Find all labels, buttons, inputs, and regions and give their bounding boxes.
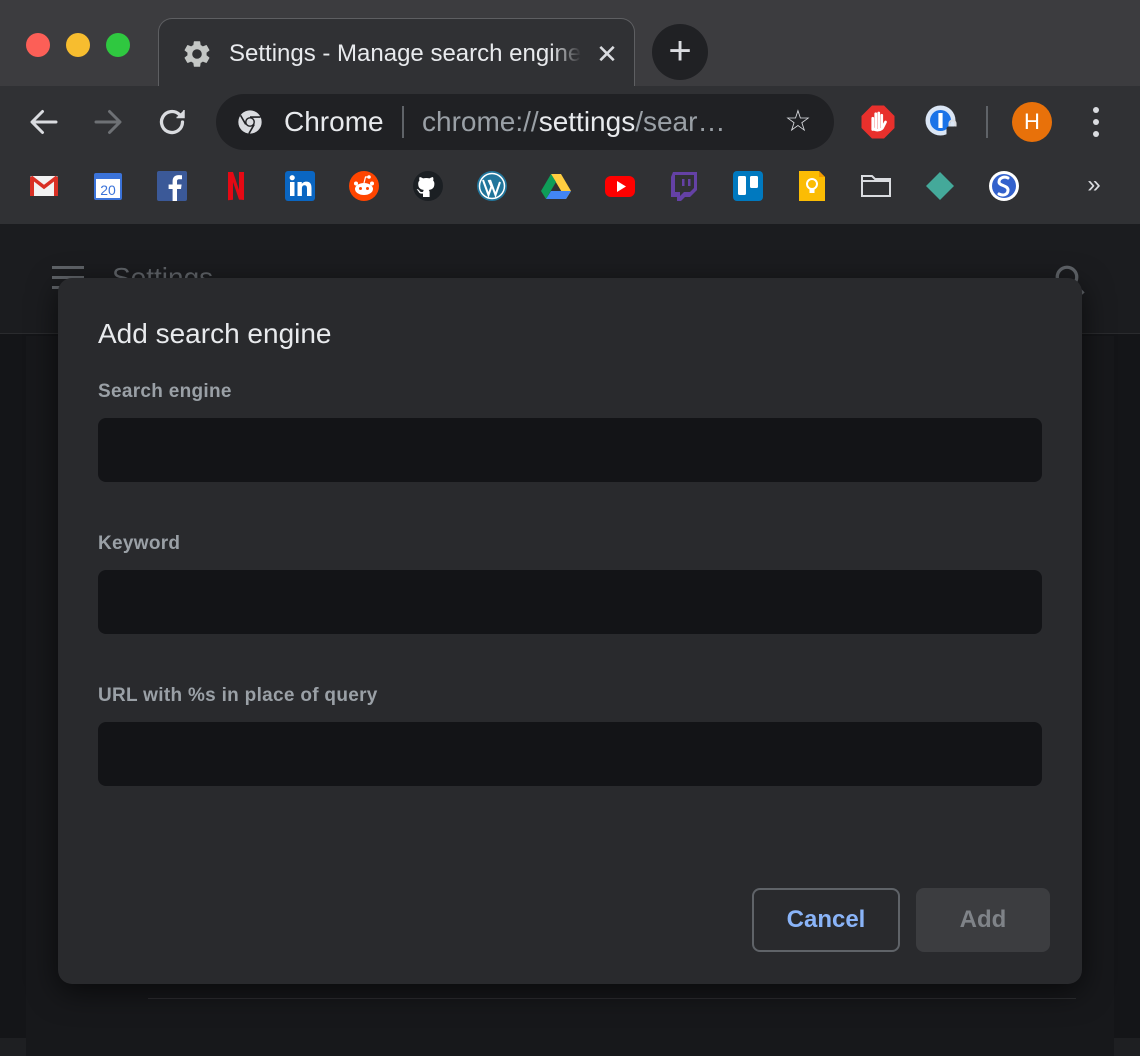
facebook-icon[interactable] [156,170,188,202]
google-drive-icon[interactable] [540,170,572,202]
tab-title: Settings - Manage search engines [229,38,581,70]
close-window-button[interactable] [26,33,50,57]
dialog-title: Add search engine [98,318,332,349]
site-label: Chrome [284,106,384,137]
minimize-window-button[interactable] [66,33,90,57]
gear-icon [184,41,210,67]
twitch-icon[interactable] [668,170,700,202]
linkedin-icon[interactable] [284,170,316,202]
search-engine-label: Search engine [98,381,232,402]
tab-settings[interactable]: Settings - Manage search engines ✕ [158,18,635,88]
keyword-label: Keyword [98,533,181,554]
folder-icon[interactable] [860,170,892,202]
netflix-icon[interactable] [220,170,252,202]
onepassword-extension-icon[interactable] [924,104,960,140]
back-arrow-icon[interactable] [26,104,62,140]
gmail-icon[interactable] [28,170,60,202]
adblock-extension-icon[interactable] [860,104,896,140]
new-tab-button[interactable]: + [652,24,708,80]
add-button[interactable]: Add [916,888,1050,952]
google-keep-icon[interactable] [796,170,828,202]
chrome-icon [238,110,262,134]
simplenote-icon[interactable] [988,170,1020,202]
search-engine-input[interactable] [98,418,1042,482]
calendar-day: 20 [100,182,116,198]
url-text[interactable]: chrome://settings/sear… [422,106,752,140]
url-host: settings [538,106,636,137]
omnibox-divider [402,106,404,138]
reload-icon[interactable] [154,104,190,140]
google-calendar-icon[interactable]: 20 [92,170,124,202]
url-label: URL with %s in place of query [98,685,378,706]
youtube-icon[interactable] [604,170,636,202]
cancel-button[interactable]: Cancel [752,888,900,952]
trello-icon[interactable] [732,170,764,202]
keyword-input[interactable] [98,570,1042,634]
bookmark-star-icon[interactable]: ☆ [782,106,814,138]
add-search-engine-dialog: Add search engine Search engine Keyword … [58,278,1082,984]
url-rest: /sear… [635,106,726,137]
address-bar[interactable]: Chrome chrome://settings/sear… ☆ [216,94,834,150]
url-input[interactable] [98,722,1042,786]
forward-arrow-icon[interactable] [90,104,126,140]
browser-window: Settings - Manage search engines ✕ + Chr… [0,0,1140,1056]
close-icon[interactable]: ✕ [592,39,622,69]
divider [148,998,1076,999]
url-prefix: chrome:// [422,106,539,137]
toolbar: Chrome chrome://settings/sear… ☆ H [0,86,1140,158]
bookmarks-bar: 20 » [0,158,1140,224]
sketch-icon[interactable] [924,170,956,202]
github-icon[interactable] [412,170,444,202]
zoom-window-button[interactable] [106,33,130,57]
reddit-icon[interactable] [348,170,380,202]
tab-strip: Settings - Manage search engines ✕ + [0,0,1140,88]
toolbar-divider [986,106,988,138]
profile-avatar[interactable]: H [1012,102,1052,142]
bookmarks-overflow-button[interactable]: » [1080,170,1108,202]
wordpress-icon[interactable] [476,170,508,202]
more-menu-icon[interactable] [1082,102,1110,142]
